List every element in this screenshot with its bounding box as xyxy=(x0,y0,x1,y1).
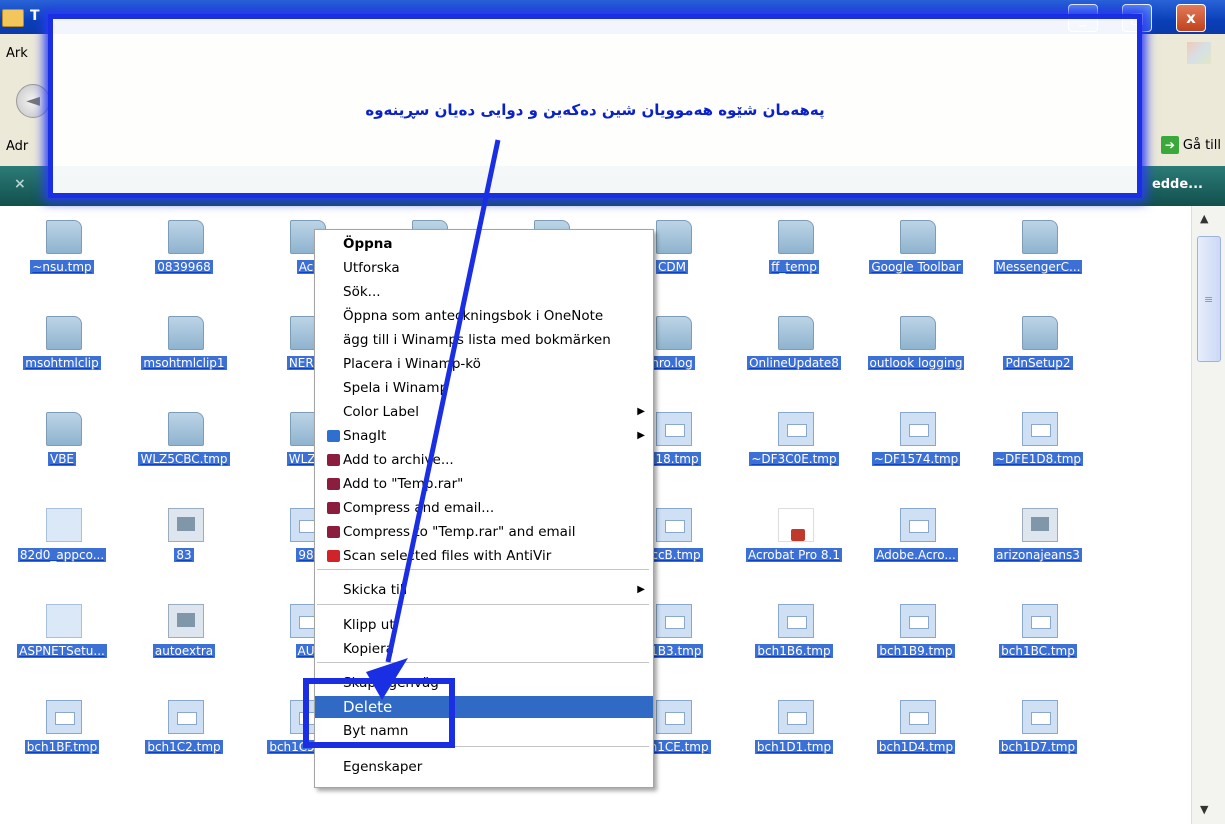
annotation-arrow xyxy=(366,139,501,700)
delete-highlight-box xyxy=(303,678,455,748)
